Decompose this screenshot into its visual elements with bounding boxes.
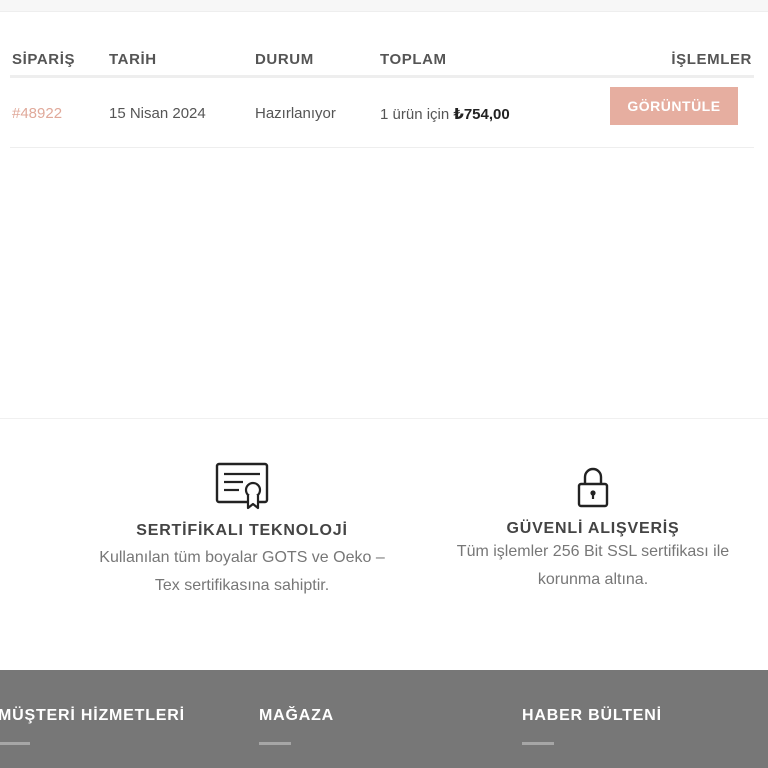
lock-icon: [577, 467, 609, 508]
footer-column-newsletter: HABER BÜLTENİ: [522, 707, 662, 745]
feature-secure-shopping: GÜVENLİ ALIŞVERİŞ Tüm işlemler 256 Bit S…: [433, 466, 753, 594]
order-total-amount: ₺754,00: [453, 106, 510, 123]
order-date: 15 Nisan 2024: [109, 105, 206, 122]
header-status: DURUM: [255, 51, 314, 68]
order-number-link[interactable]: #48922: [12, 105, 62, 122]
feature-title: GÜVENLİ ALIŞVERİŞ: [506, 520, 680, 537]
footer-column-customer-service: MÜŞTERİ HİZMETLERİ: [0, 707, 185, 745]
header-actions: İŞLEMLER: [671, 51, 752, 68]
footer-title: MAĞAZA: [259, 707, 335, 724]
header-order: SİPARİŞ: [12, 51, 76, 68]
orders-table-header: SİPARİŞ TARİH DURUM TOPLAM İŞLEMLER: [10, 38, 754, 78]
footer-title-underline: [0, 742, 30, 745]
header-total: TOPLAM: [380, 51, 447, 68]
header-date: TARİH: [109, 51, 157, 68]
view-order-button[interactable]: GÖRÜNTÜLE: [610, 87, 738, 125]
feature-title: SERTİFİKALI TEKNOLOJİ: [136, 522, 348, 539]
footer-title: HABER BÜLTENİ: [522, 707, 662, 724]
top-strip: [0, 0, 768, 12]
footer-column-store: MAĞAZA: [259, 707, 334, 745]
order-status: Hazırlanıyor: [255, 105, 336, 122]
feature-text-line2: korunma altına.: [537, 571, 649, 588]
order-total: 1 ürün için ₺754,00: [380, 105, 510, 123]
feature-certified-technology: SERTİFİKALI TEKNOLOJİ Kullanılan tüm boy…: [82, 462, 402, 600]
feature-text-line2: Tex sertifikasına sahiptir.: [154, 577, 330, 594]
footer-title-underline: [259, 742, 291, 745]
orders-table: SİPARİŞ TARİH DURUM TOPLAM İŞLEMLER #489…: [10, 38, 754, 148]
footer-title: MÜŞTERİ HİZMETLERİ: [0, 707, 185, 724]
feature-text-line1: Tüm işlemler 256 Bit SSL sertifikası ile: [456, 543, 730, 560]
footer: MÜŞTERİ HİZMETLERİ MAĞAZA HABER BÜLTENİ: [0, 670, 768, 768]
footer-title-underline: [522, 742, 554, 745]
table-row: #48922 15 Nisan 2024 Hazırlanıyor 1 ürün…: [10, 78, 754, 148]
feature-text-line1: Kullanılan tüm boyalar GOTS ve Oeko –: [99, 549, 385, 566]
certificate-icon: [215, 462, 269, 510]
order-total-prefix: 1 ürün için: [380, 106, 450, 123]
feature-text-fragment: i: [0, 559, 1, 577]
